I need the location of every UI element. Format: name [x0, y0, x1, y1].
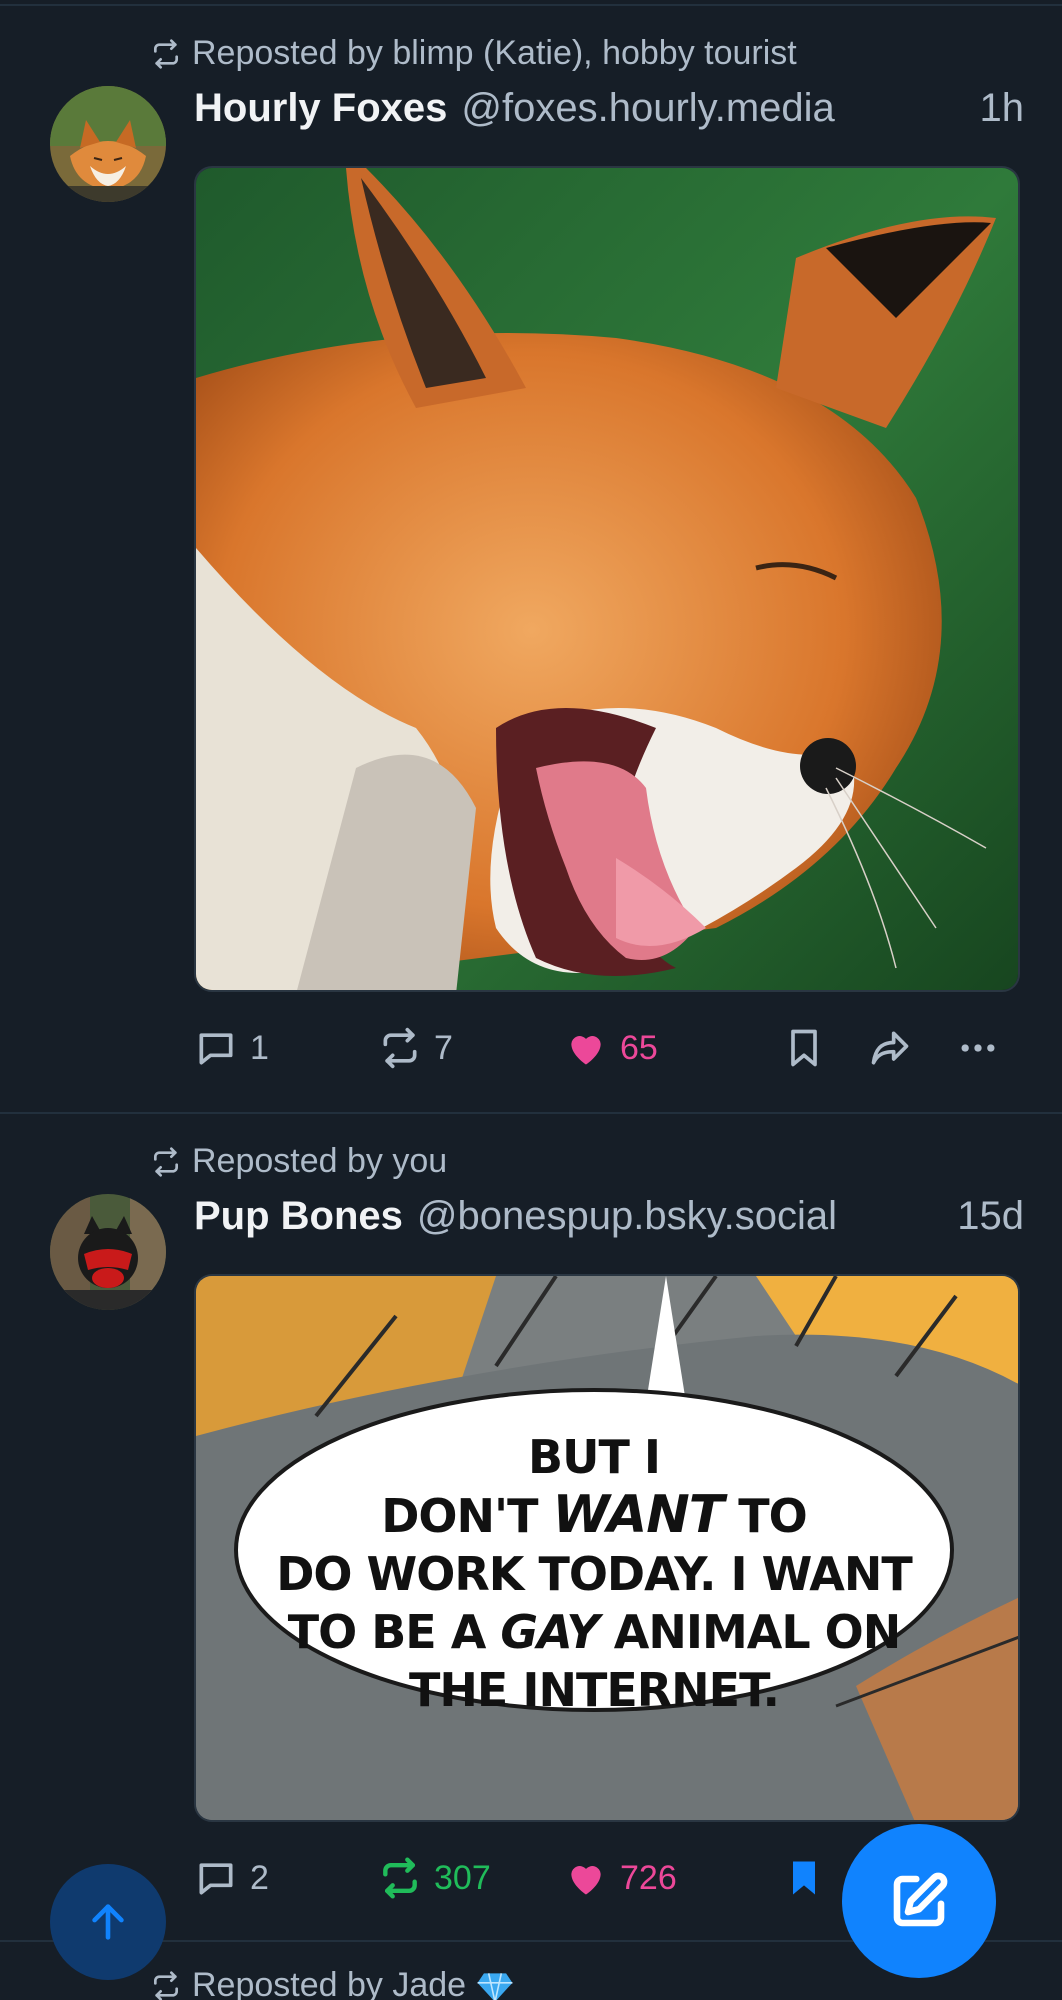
- comic-text-segment: ANIMAL ON: [598, 1605, 902, 1659]
- like-count: 65: [620, 1028, 658, 1067]
- like-button[interactable]: 65: [564, 1026, 658, 1070]
- avatar[interactable]: [50, 1194, 166, 1310]
- scroll-to-top-button[interactable]: [50, 1864, 166, 1980]
- more-button[interactable]: [956, 1026, 1000, 1070]
- repost-indicator[interactable]: Reposted by blimp (Katie), hobby tourist: [150, 34, 797, 73]
- heart-icon: [571, 1036, 601, 1065]
- feed-post[interactable]: Reposted by blimp (Katie), hobby tourist…: [0, 0, 1062, 1114]
- comic-emphasis-text: WANT: [552, 1485, 725, 1545]
- bookmark-icon: [793, 1861, 815, 1895]
- share-button[interactable]: [868, 1026, 912, 1070]
- repost-button[interactable]: 7: [378, 1026, 453, 1070]
- comic-text-line: DON'T WANT TO: [236, 1486, 952, 1545]
- post-image[interactable]: [194, 166, 1020, 992]
- post-actions: 1 7 65: [194, 1026, 1024, 1076]
- post-timestamp[interactable]: 15d: [957, 1194, 1024, 1239]
- arrow-up-icon: [92, 1904, 124, 1940]
- reply-count: 1: [250, 1028, 269, 1067]
- author-handle[interactable]: @foxes.hourly.media: [461, 86, 834, 131]
- bookmark-button[interactable]: [782, 1856, 826, 1900]
- pup-mask-avatar-icon: [50, 1194, 166, 1310]
- compose-post-button[interactable]: [842, 1824, 996, 1978]
- comic-text-line: TO BE A GAY ANIMAL ON: [236, 1603, 952, 1661]
- reply-icon: [199, 1863, 233, 1895]
- repost-button[interactable]: 307: [378, 1856, 491, 1900]
- like-count: 726: [620, 1858, 677, 1897]
- repost-icon: [154, 1970, 178, 2000]
- like-button[interactable]: 726: [564, 1856, 677, 1900]
- share-icon: [871, 1031, 909, 1065]
- repost-icon: [154, 38, 178, 69]
- post-timestamp[interactable]: 1h: [980, 86, 1025, 131]
- heart-icon: [571, 1866, 601, 1895]
- comic-text-line: THE INTERNET.: [409, 1663, 780, 1717]
- author-display-name[interactable]: Hourly Foxes: [194, 86, 447, 131]
- author-display-name[interactable]: Pup Bones: [194, 1194, 403, 1239]
- repost-count: 307: [434, 1858, 491, 1897]
- repost-icon: [383, 1857, 417, 1899]
- yawning-fox-image: [196, 168, 1018, 990]
- reply-button[interactable]: 2: [194, 1856, 269, 1900]
- comic-text-line: BUT I: [528, 1430, 661, 1484]
- post-image[interactable]: BUT I DON'T WANT TO DO WORK TODAY. I WAN…: [194, 1274, 1020, 1822]
- post-header: Pup Bones @bonespup.bsky.social 15d: [194, 1194, 1024, 1239]
- comic-text-segment: TO: [723, 1489, 807, 1543]
- reply-icon: [199, 1033, 233, 1065]
- compose-icon: [893, 1872, 948, 1927]
- reply-button[interactable]: 1: [194, 1026, 269, 1070]
- comic-text-line: DO WORK TODAY. I WANT: [276, 1547, 913, 1601]
- author-handle[interactable]: @bonespup.bsky.social: [417, 1194, 837, 1239]
- bookmark-icon: [791, 1029, 817, 1067]
- repost-label: Reposted by blimp (Katie), hobby tourist: [192, 34, 797, 72]
- fox-avatar-icon: [50, 86, 166, 202]
- repost-label: Reposted by you: [192, 1142, 448, 1180]
- repost-count: 7: [434, 1028, 453, 1067]
- post-header: Hourly Foxes @foxes.hourly.media 1h: [194, 86, 1024, 131]
- bookmark-button[interactable]: [782, 1026, 826, 1070]
- repost-label: Reposted by Jade: [192, 1966, 467, 2000]
- feed-post[interactable]: Reposted by you Pup Bones @bonespup.bsky…: [0, 1114, 1062, 1942]
- repost-icon: [154, 1146, 178, 1177]
- reply-count: 2: [250, 1858, 269, 1897]
- gem-icon: [477, 1972, 513, 2000]
- avatar[interactable]: [50, 86, 166, 202]
- comic-text-segment: DON'T: [381, 1489, 553, 1543]
- repost-indicator[interactable]: Reposted by Jade: [150, 1966, 514, 2000]
- repost-icon: [383, 1027, 417, 1069]
- comic-text-segment: TO BE A: [287, 1605, 501, 1659]
- repost-indicator[interactable]: Reposted by you: [150, 1142, 447, 1181]
- more-icon: [961, 1044, 995, 1052]
- comic-emphasis-text: GAY: [500, 1605, 599, 1659]
